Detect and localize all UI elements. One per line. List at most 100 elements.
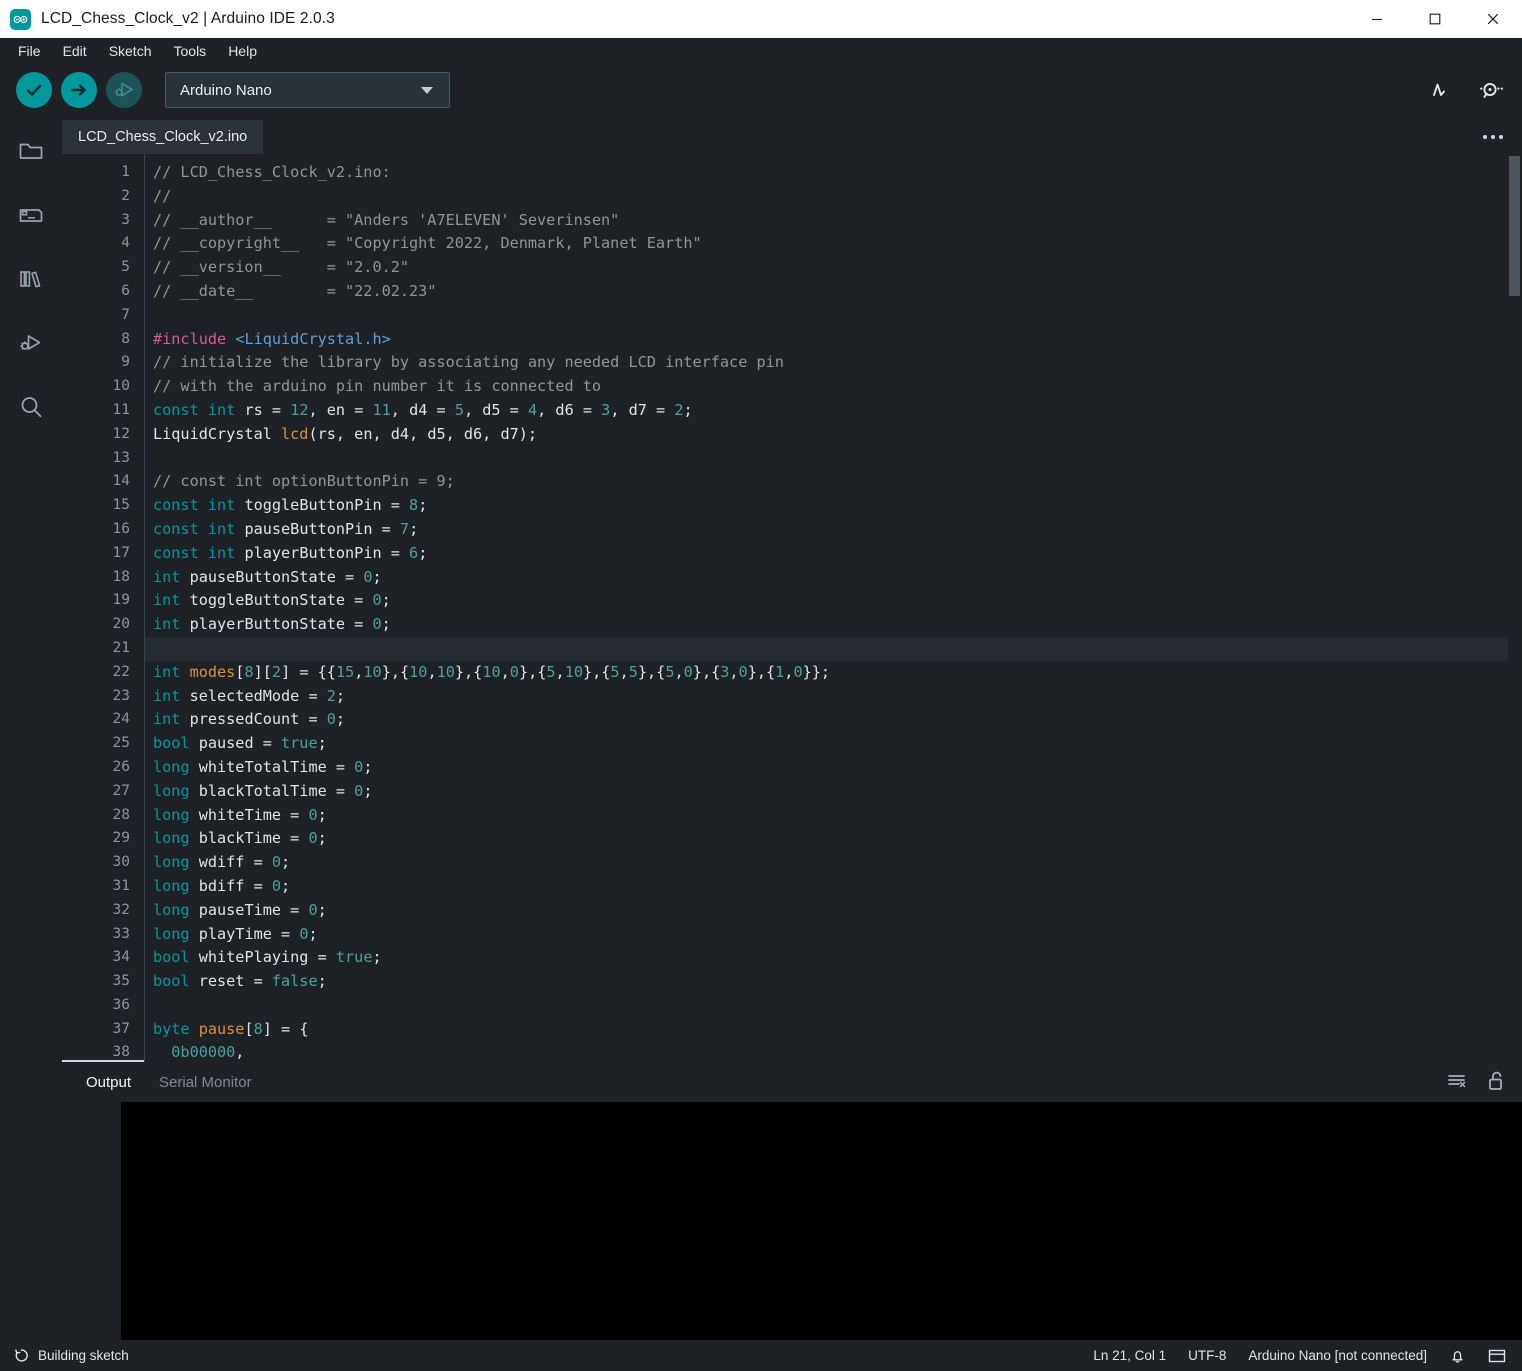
code-line[interactable]: // with the arduino pin number it is con… bbox=[145, 375, 1522, 399]
code-token: },{ bbox=[455, 663, 482, 681]
code-line[interactable]: // __copyright__ = "Copyright 2022, Denm… bbox=[145, 232, 1522, 256]
unlock-autoscroll-icon[interactable] bbox=[1486, 1070, 1506, 1092]
code-line[interactable]: // initialize the library by associating… bbox=[145, 351, 1522, 375]
code-line[interactable]: 0b00000, bbox=[145, 1041, 1522, 1062]
board-status[interactable]: Arduino Nano [not connected] bbox=[1248, 1348, 1427, 1363]
line-number: 7 bbox=[62, 304, 130, 328]
sidebar-item-search[interactable] bbox=[10, 386, 52, 428]
code-token: 0 bbox=[684, 663, 693, 681]
code-line[interactable]: int playerButtonState = 0; bbox=[145, 613, 1522, 637]
code-line[interactable] bbox=[145, 304, 1522, 328]
editor-scrollbar[interactable] bbox=[1508, 154, 1522, 1062]
code-line[interactable]: // __version__ = "2.0.2" bbox=[145, 256, 1522, 280]
code-editor[interactable]: 1234567891011121314151617181920212223242… bbox=[62, 154, 1522, 1062]
code-line[interactable]: bool whitePlaying = true; bbox=[145, 946, 1522, 970]
code-line[interactable]: int pressedCount = 0; bbox=[145, 708, 1522, 732]
board-selector[interactable]: Arduino Nano bbox=[165, 72, 450, 108]
code-line[interactable] bbox=[145, 994, 1522, 1018]
cursor-position[interactable]: Ln 21, Col 1 bbox=[1093, 1348, 1166, 1363]
debug-button[interactable] bbox=[106, 72, 142, 108]
code-line[interactable]: const int toggleButtonPin = 8; bbox=[145, 494, 1522, 518]
code-token: playerButtonState = bbox=[180, 615, 372, 633]
sidebar-item-library-manager[interactable] bbox=[10, 258, 52, 300]
code-line[interactable]: // __date__ = "22.02.23" bbox=[145, 280, 1522, 304]
code-line[interactable]: int modes[8][2] = {{15,10},{10,10},{10,0… bbox=[145, 661, 1522, 685]
serial-plotter-icon[interactable] bbox=[1428, 75, 1458, 105]
code-line[interactable]: LiquidCrystal lcd(rs, en, d4, d5, d6, d7… bbox=[145, 423, 1522, 447]
code-token bbox=[190, 1020, 199, 1038]
panel-toggle-icon[interactable] bbox=[1488, 1348, 1506, 1364]
code-line[interactable]: const int playerButtonPin = 6; bbox=[145, 542, 1522, 566]
sidebar-item-sketchbook[interactable] bbox=[10, 130, 52, 172]
output-console[interactable] bbox=[121, 1102, 1522, 1340]
code-line[interactable]: long playTime = 0; bbox=[145, 923, 1522, 947]
close-button[interactable] bbox=[1464, 0, 1522, 38]
bottom-panel: Output Serial Monitor bbox=[62, 1062, 1522, 1340]
menu-file[interactable]: File bbox=[8, 41, 51, 62]
code-token: 10 bbox=[482, 663, 500, 681]
statusbar-left: Building sketch bbox=[14, 1348, 129, 1363]
verify-button[interactable] bbox=[16, 72, 52, 108]
code-token: 8 bbox=[409, 496, 418, 514]
code-line[interactable]: long blackTime = 0; bbox=[145, 827, 1522, 851]
minimize-button[interactable] bbox=[1348, 0, 1406, 38]
code-token bbox=[199, 401, 208, 419]
menu-edit[interactable]: Edit bbox=[53, 41, 97, 62]
code-line[interactable]: int selectedMode = 2; bbox=[145, 685, 1522, 709]
code-line[interactable]: bool reset = false; bbox=[145, 970, 1522, 994]
code-token: }}; bbox=[803, 663, 830, 681]
editor-scrollbar-thumb[interactable] bbox=[1509, 156, 1520, 296]
code-line[interactable]: // bbox=[145, 185, 1522, 209]
panel-tab-output[interactable]: Output bbox=[76, 1068, 141, 1097]
code-content[interactable]: // LCD_Chess_Clock_v2.ino://// __author_… bbox=[144, 154, 1522, 1062]
code-line[interactable]: int pauseButtonState = 0; bbox=[145, 566, 1522, 590]
code-token: 0 bbox=[793, 663, 802, 681]
code-line[interactable]: long pauseTime = 0; bbox=[145, 899, 1522, 923]
menu-sketch[interactable]: Sketch bbox=[99, 41, 162, 62]
code-line[interactable]: long whiteTotalTime = 0; bbox=[145, 756, 1522, 780]
line-number: 32 bbox=[62, 899, 130, 923]
code-token: const bbox=[153, 544, 199, 562]
sidebar-item-debug[interactable] bbox=[10, 322, 52, 364]
code-token: reset = bbox=[190, 972, 272, 990]
menu-help[interactable]: Help bbox=[218, 41, 267, 62]
maximize-button[interactable] bbox=[1406, 0, 1464, 38]
code-token: LiquidCrystal bbox=[153, 425, 281, 443]
code-line[interactable]: const int rs = 12, en = 11, d4 = 5, d5 =… bbox=[145, 399, 1522, 423]
tab-lcd-chess-clock-v2[interactable]: LCD_Chess_Clock_v2.ino bbox=[62, 120, 263, 154]
upload-button[interactable] bbox=[61, 72, 97, 108]
code-token: long bbox=[153, 782, 190, 800]
code-line[interactable] bbox=[145, 447, 1522, 471]
line-number: 1 bbox=[62, 161, 130, 185]
code-token: ; bbox=[363, 758, 372, 776]
code-token: 10 bbox=[409, 663, 427, 681]
encoding-label[interactable]: UTF-8 bbox=[1188, 1348, 1226, 1363]
code-line[interactable]: bool paused = true; bbox=[145, 732, 1522, 756]
clear-output-icon[interactable] bbox=[1446, 1071, 1468, 1091]
code-line[interactable]: long wdiff = 0; bbox=[145, 851, 1522, 875]
code-line[interactable]: byte pause[8] = { bbox=[145, 1018, 1522, 1042]
code-token: int bbox=[208, 496, 235, 514]
sidebar-item-boards-manager[interactable] bbox=[10, 194, 52, 236]
code-token: 12 bbox=[290, 401, 308, 419]
code-line[interactable]: // LCD_Chess_Clock_v2.ino: bbox=[145, 161, 1522, 185]
code-token: },{ bbox=[382, 663, 409, 681]
code-line[interactable]: const int pauseButtonPin = 7; bbox=[145, 518, 1522, 542]
code-token: , d5 = bbox=[464, 401, 528, 419]
code-token: , bbox=[427, 663, 436, 681]
code-line[interactable]: int toggleButtonState = 0; bbox=[145, 589, 1522, 613]
code-token: toggleButtonState = bbox=[180, 591, 372, 609]
panel-tab-serial-monitor[interactable]: Serial Monitor bbox=[149, 1068, 262, 1097]
code-line[interactable]: long whiteTime = 0; bbox=[145, 804, 1522, 828]
code-line[interactable]: long bdiff = 0; bbox=[145, 875, 1522, 899]
tab-overflow-menu-icon[interactable] bbox=[1478, 125, 1508, 149]
main-toolbar: Arduino Nano bbox=[0, 64, 1522, 116]
code-line[interactable] bbox=[145, 637, 1522, 661]
code-line[interactable]: // __author__ = "Anders 'A7ELEVEN' Sever… bbox=[145, 209, 1522, 233]
menu-tools[interactable]: Tools bbox=[164, 41, 217, 62]
serial-monitor-icon[interactable] bbox=[1476, 75, 1506, 105]
bell-icon[interactable] bbox=[1449, 1347, 1466, 1365]
code-line[interactable]: // const int optionButtonPin = 9; bbox=[145, 470, 1522, 494]
code-line[interactable]: #include <LiquidCrystal.h> bbox=[145, 328, 1522, 352]
code-line[interactable]: long blackTotalTime = 0; bbox=[145, 780, 1522, 804]
